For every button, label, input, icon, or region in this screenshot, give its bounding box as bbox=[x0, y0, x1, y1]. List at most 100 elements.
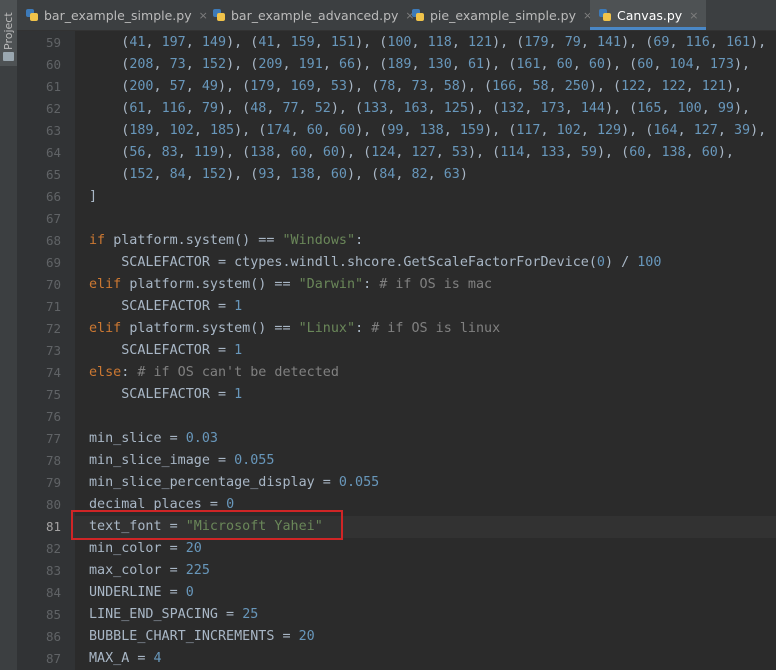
code-line[interactable]: (200, 57, 49), (179, 169, 53), (78, 73, … bbox=[89, 76, 742, 98]
code-token: , bbox=[572, 57, 589, 72]
code-token: 84 bbox=[379, 167, 396, 182]
code-line[interactable]: (208, 73, 152), (209, 191, 66), (189, 13… bbox=[89, 54, 750, 76]
code-token: , bbox=[274, 145, 291, 160]
code-token: 127 bbox=[693, 123, 718, 138]
code-token: ), ( bbox=[596, 145, 630, 160]
project-tool-window-button[interactable]: Project bbox=[0, 0, 17, 66]
tab-label: pie_example_simple.py bbox=[430, 7, 576, 23]
code-line[interactable]: min_slice = 0.03 bbox=[89, 428, 218, 450]
code-token: 118 bbox=[427, 35, 452, 50]
code-line[interactable]: (152, 84, 152), (93, 138, 60), (84, 82, … bbox=[89, 164, 468, 186]
code-line[interactable]: elif platform.system() == "Darwin": # if… bbox=[89, 274, 492, 296]
code-token: 159 bbox=[459, 123, 485, 138]
code-token: ), ( bbox=[467, 145, 501, 160]
code-token: if bbox=[89, 233, 114, 248]
line-number: 76 bbox=[45, 409, 61, 424]
code-token: else bbox=[89, 365, 122, 380]
line-number: 69 bbox=[45, 255, 61, 270]
code-line[interactable]: (61, 116, 79), (48, 77, 52), (133, 163, … bbox=[89, 98, 750, 120]
code-token: 163 bbox=[403, 101, 428, 116]
code-token: 179 bbox=[250, 79, 275, 94]
code-line[interactable]: min_slice_percentage_display = 0.055 bbox=[89, 472, 379, 494]
line-number: 85 bbox=[45, 607, 61, 622]
code-token: , bbox=[145, 101, 162, 116]
code-token: 122 bbox=[621, 79, 646, 94]
code-token: ), ( bbox=[484, 57, 517, 72]
code-line[interactable]: (56, 83, 119), (138, 60, 60), (124, 127,… bbox=[89, 142, 734, 164]
code-token: , bbox=[677, 123, 694, 138]
code-token: 209 bbox=[258, 57, 283, 72]
code-token: 125 bbox=[443, 101, 468, 116]
code-editor[interactable]: (41, 197, 149), (41, 159, 151), (100, 11… bbox=[75, 31, 776, 670]
code-token: SCALEFACTOR = ctypes.windll.shcore.GetSc… bbox=[89, 255, 597, 270]
code-token: 100 bbox=[387, 35, 412, 50]
code-token: 79 bbox=[564, 35, 581, 50]
tab-bar-example-simple[interactable]: bar_example_simple.py × bbox=[17, 0, 216, 30]
code-token: 129 bbox=[596, 123, 622, 138]
code-token: 57 bbox=[169, 79, 186, 94]
code-token: , bbox=[185, 101, 202, 116]
line-number-gutter: 59 60 61 62 63 64 65 66 67 68 69 70 71 72 73 74 75 76 77 78… bbox=[17, 31, 75, 670]
code-line[interactable]: SCALEFACTOR = 1 bbox=[89, 296, 242, 318]
code-token: "Linux" bbox=[298, 321, 356, 336]
code-token: , bbox=[540, 123, 557, 138]
code-token: , bbox=[564, 145, 581, 160]
code-line[interactable]: max_color = 225 bbox=[89, 560, 210, 582]
code-token: , bbox=[274, 35, 291, 50]
editor-tab-bar: bar_example_simple.py × bar_example_adva… bbox=[17, 0, 776, 31]
line-number: 67 bbox=[45, 211, 61, 226]
code-token: 121 bbox=[467, 35, 493, 50]
code-token: 60 bbox=[338, 123, 356, 138]
code-token: 116 bbox=[161, 101, 186, 116]
code-token: 83 bbox=[161, 145, 178, 160]
code-token: , bbox=[435, 145, 452, 160]
code-token: : bbox=[121, 365, 138, 380]
code-line[interactable]: (189, 102, 185), (174, 60, 60), (99, 138… bbox=[89, 120, 766, 142]
code-line[interactable]: SCALEFACTOR = ctypes.windll.shcore.GetSc… bbox=[89, 252, 661, 274]
code-token: 102 bbox=[169, 123, 194, 138]
line-number: 86 bbox=[45, 629, 61, 644]
code-line[interactable]: if platform.system() == "Windows": bbox=[89, 230, 363, 252]
code-token: 20 bbox=[298, 629, 315, 644]
code-token: , bbox=[427, 167, 444, 182]
code-line[interactable]: min_slice_image = 0.055 bbox=[89, 450, 274, 472]
code-token: , bbox=[548, 79, 565, 94]
code-line[interactable]: (41, 197, 149), (41, 159, 151), (100, 11… bbox=[89, 32, 766, 54]
tab-pie-example-simple[interactable]: pie_example_simple.py × bbox=[403, 0, 600, 30]
code-line[interactable]: elif platform.system() == "Linux": # if … bbox=[89, 318, 500, 340]
code-token: 60 bbox=[701, 145, 718, 160]
tab-canvas[interactable]: Canvas.py × bbox=[590, 0, 707, 30]
code-token: elif bbox=[89, 321, 130, 336]
code-token: 60 bbox=[330, 167, 347, 182]
close-icon[interactable]: × bbox=[689, 9, 698, 22]
code-line[interactable]: SCALEFACTOR = 1 bbox=[89, 384, 242, 406]
code-token: ), ( bbox=[218, 145, 251, 160]
code-token: ), ( bbox=[484, 123, 517, 138]
code-line[interactable]: SCALEFACTOR = 1 bbox=[89, 340, 242, 362]
code-token: ] bbox=[89, 189, 98, 204]
tab-bar-example-advanced[interactable]: bar_example_advanced.py × bbox=[204, 0, 423, 30]
code-token: ), bbox=[734, 101, 751, 116]
line-number: 64 bbox=[45, 145, 61, 160]
code-token: 41 bbox=[129, 35, 146, 50]
code-token: ), ( bbox=[467, 101, 501, 116]
code-line[interactable]: else: # if OS can't be detected bbox=[89, 362, 339, 384]
code-line[interactable]: ] bbox=[89, 186, 97, 208]
code-line[interactable]: LINE_END_SPACING = 25 bbox=[89, 604, 258, 626]
code-line[interactable]: UNDERLINE = 0 bbox=[89, 582, 194, 604]
line-number: 65 bbox=[45, 167, 61, 182]
code-token: , bbox=[540, 57, 557, 72]
code-line[interactable]: BUBBLE_CHART_INCREMENTS = 20 bbox=[89, 626, 315, 648]
code-token: , bbox=[693, 57, 710, 72]
code-token: , bbox=[153, 167, 170, 182]
line-number: 63 bbox=[45, 123, 61, 138]
code-token: 121 bbox=[701, 79, 726, 94]
code-token: ), bbox=[734, 57, 751, 72]
code-token: 58 bbox=[443, 79, 460, 94]
code-token: ), bbox=[750, 35, 767, 50]
code-line[interactable]: min_color = 20 bbox=[89, 538, 202, 560]
code-token: 100 bbox=[637, 255, 662, 270]
code-line[interactable]: MAX_A = 4 bbox=[89, 648, 162, 670]
code-token: 39 bbox=[734, 123, 751, 138]
code-token: LINE_END_SPACING = bbox=[89, 607, 243, 622]
